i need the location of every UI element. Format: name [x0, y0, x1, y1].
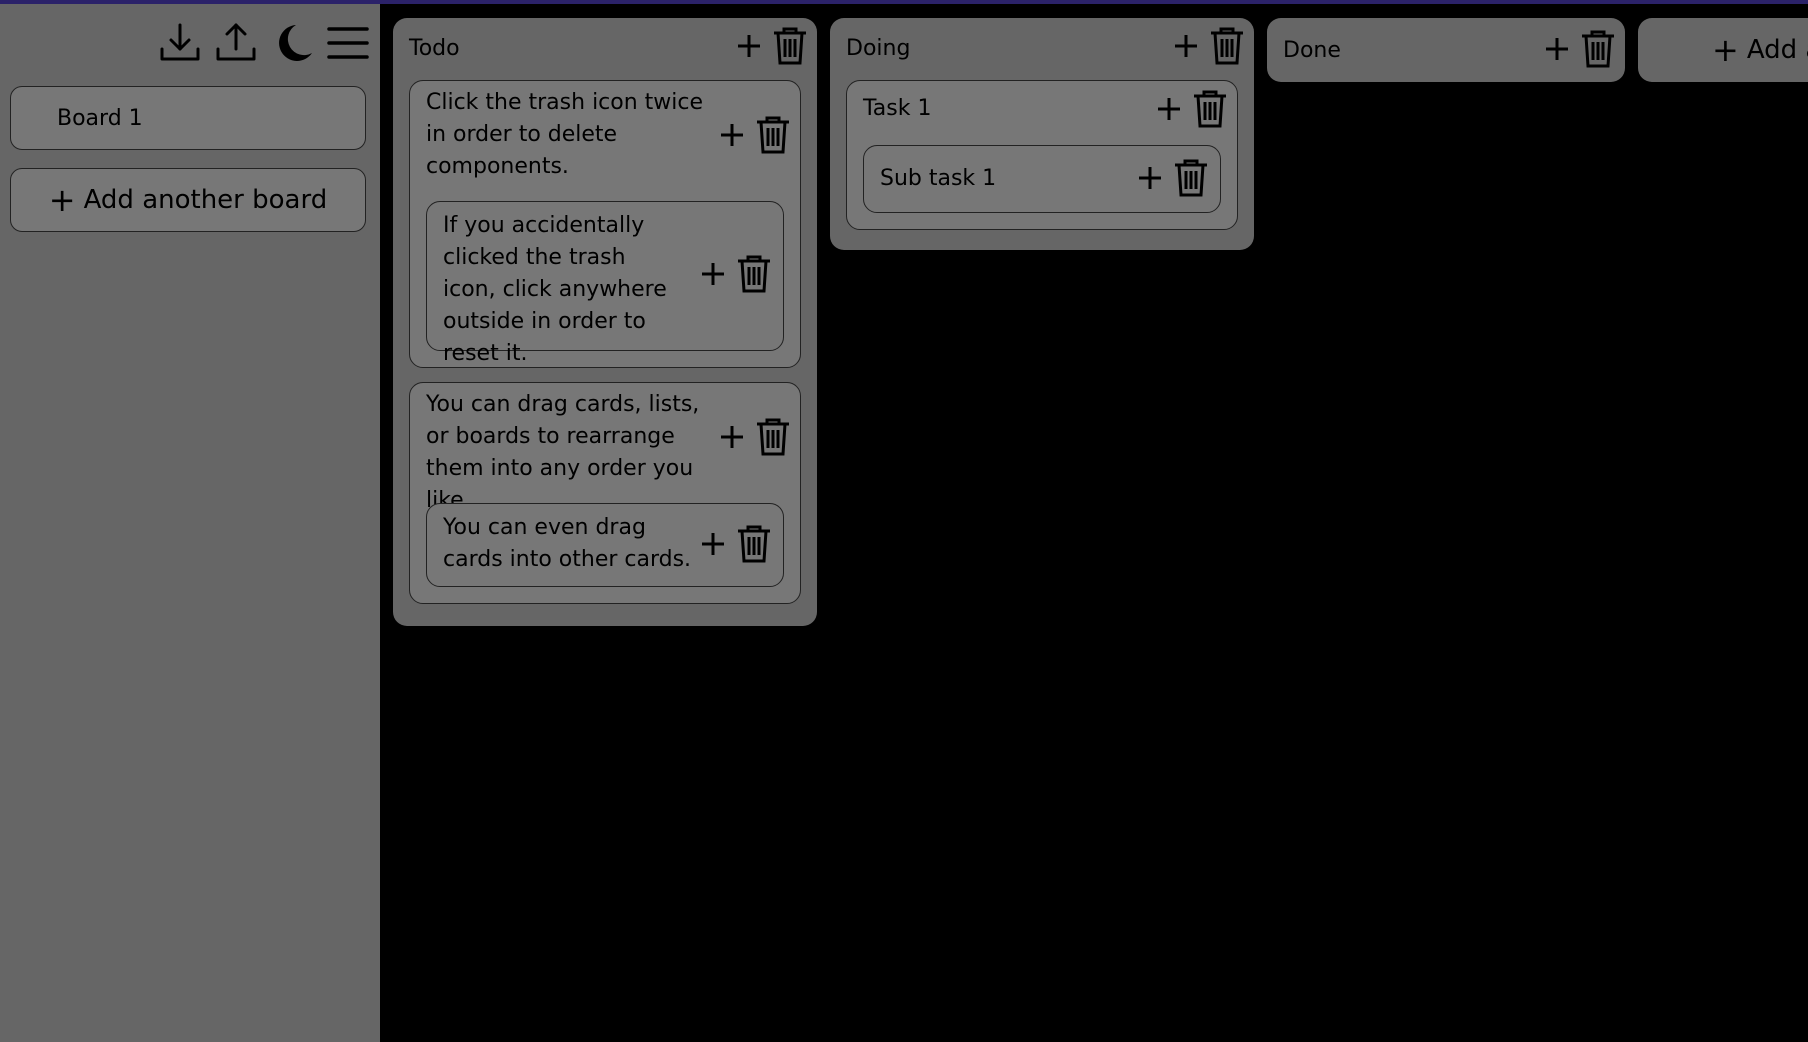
list-done[interactable]: Done [1267, 18, 1625, 82]
add-subcard-button[interactable] [695, 256, 731, 292]
trash-icon [738, 255, 770, 293]
sidebar-toolbar [156, 18, 372, 68]
delete-list-button[interactable] [771, 26, 809, 66]
card-controls [714, 417, 792, 457]
delete-card-button[interactable] [1172, 158, 1210, 198]
menu-icon [327, 27, 369, 59]
trash-icon [757, 418, 789, 456]
card-text: You can drag cards, lists, or boards to … [426, 392, 700, 513]
delete-card-button[interactable] [1191, 89, 1229, 129]
moon-icon [279, 25, 312, 61]
list-title: Doing [846, 36, 911, 61]
add-list-label: Add a [1746, 35, 1808, 65]
card-text: You can even drag cards into other cards… [443, 515, 692, 572]
download-button[interactable] [156, 19, 204, 67]
trash-icon [774, 27, 806, 65]
upload-icon [216, 23, 256, 61]
list-controls [731, 26, 809, 66]
download-icon [160, 23, 200, 61]
delete-card-button[interactable] [754, 115, 792, 155]
list-todo[interactable]: Todo Click the trash icon twice in order… [393, 18, 817, 626]
card-text: Click the trash icon twice in order to d… [426, 90, 704, 179]
card[interactable]: You can drag cards, lists, or boards to … [409, 382, 801, 604]
add-subcard-button[interactable] [1132, 160, 1168, 196]
trash-icon [738, 525, 770, 563]
menu-button[interactable] [324, 19, 372, 67]
list-title: Todo [409, 36, 460, 61]
trash-icon [1582, 30, 1614, 68]
sub-card[interactable]: If you accidentally clicked the trash ic… [426, 201, 784, 366]
sub-card[interactable]: Sub task 1 [863, 145, 1221, 213]
add-board-label: Add another board [83, 185, 328, 215]
add-card-button[interactable] [731, 28, 767, 64]
list-controls [1168, 26, 1246, 66]
sidebar: Board 1 + Add another board [0, 4, 380, 1042]
card-controls [695, 254, 773, 294]
card-controls [695, 524, 773, 564]
plus-icon: + [48, 181, 76, 219]
board-item-label: Board 1 [57, 105, 143, 131]
add-subcard-button[interactable] [714, 117, 750, 153]
add-subcard-button[interactable] [695, 526, 731, 562]
trash-icon [1211, 27, 1243, 65]
add-card-button[interactable] [1539, 31, 1575, 67]
card-controls [714, 115, 792, 155]
trash-icon [757, 116, 789, 154]
delete-list-button[interactable] [1579, 29, 1617, 69]
card-controls [1151, 89, 1229, 129]
add-board-button[interactable]: + Add another board [10, 168, 366, 232]
add-card-button[interactable] [1168, 28, 1204, 64]
delete-list-button[interactable] [1208, 26, 1246, 66]
list-doing[interactable]: Doing Task 1 Sub task 1 [830, 18, 1254, 250]
list-title: Done [1283, 38, 1341, 63]
trash-icon [1175, 159, 1207, 197]
card-text: Task 1 [863, 96, 932, 121]
card[interactable]: Task 1 Sub task 1 [846, 80, 1238, 230]
add-subcard-button[interactable] [1151, 91, 1187, 127]
trash-icon [1194, 90, 1226, 128]
delete-card-button[interactable] [735, 524, 773, 564]
list-controls [1539, 29, 1617, 69]
card-text: Sub task 1 [880, 166, 997, 191]
card-controls [1132, 158, 1210, 198]
sub-card[interactable]: You can even drag cards into other cards… [426, 503, 784, 587]
delete-card-button[interactable] [735, 254, 773, 294]
add-list-button[interactable]: + Add a [1638, 18, 1808, 82]
card[interactable]: Click the trash icon twice in order to d… [409, 80, 801, 368]
theme-toggle-button[interactable] [268, 19, 316, 67]
add-subcard-button[interactable] [714, 419, 750, 455]
plus-icon: + [1712, 31, 1739, 69]
card-text: If you accidentally clicked the trash ic… [443, 213, 667, 366]
upload-button[interactable] [212, 19, 260, 67]
delete-card-button[interactable] [754, 417, 792, 457]
board-item[interactable]: Board 1 [10, 86, 366, 150]
